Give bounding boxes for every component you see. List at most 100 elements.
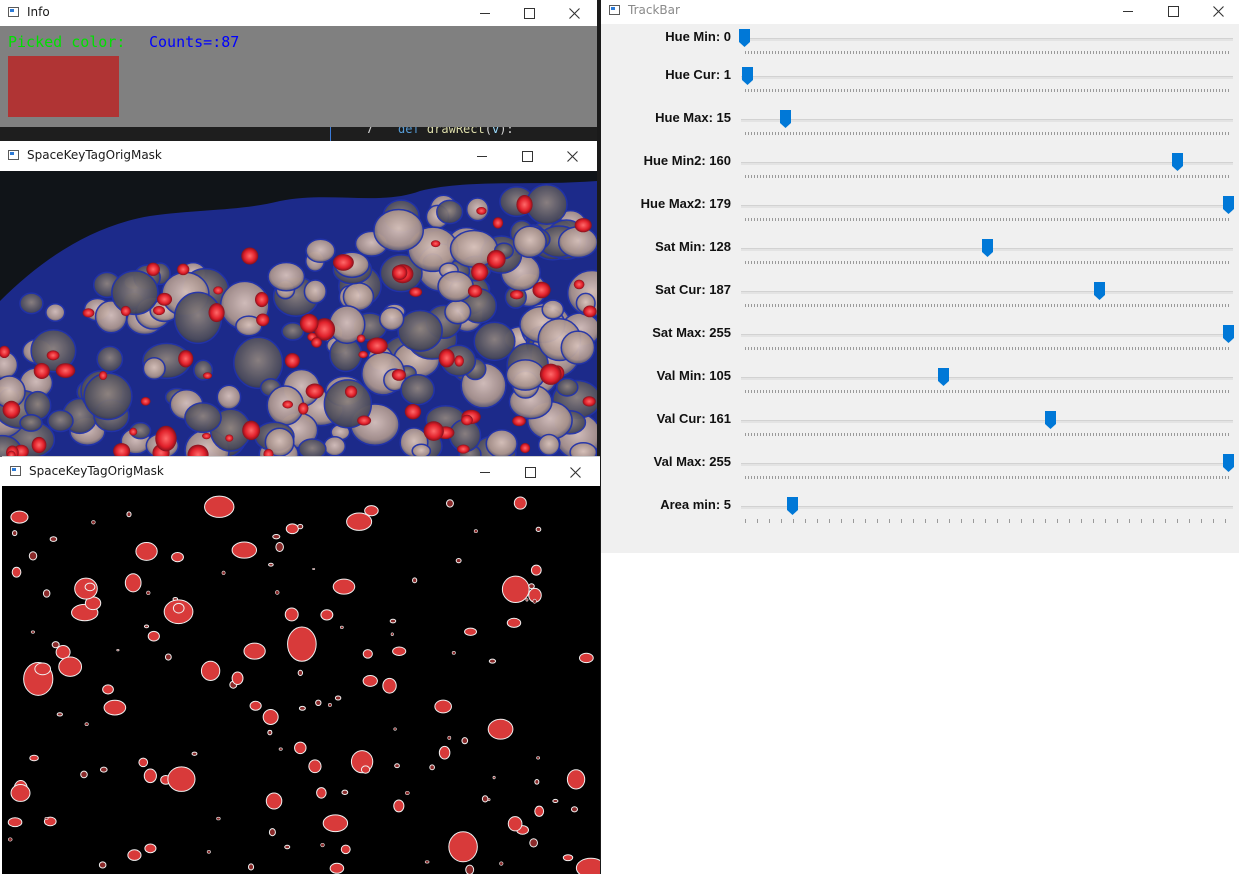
trackbar-track[interactable]	[741, 291, 1233, 294]
close-button[interactable]	[1195, 0, 1239, 22]
window-title: TrackBar	[628, 3, 680, 17]
trackbar-row: Hue Max: 15	[601, 107, 1239, 150]
trackbar-thumb[interactable]	[1044, 411, 1056, 429]
trackbar-thumb[interactable]	[981, 239, 993, 257]
trackbar-track[interactable]	[741, 38, 1233, 41]
trackbar-ticks	[745, 476, 1229, 479]
counts-label: Counts=:87	[149, 33, 240, 51]
trackbar-thumb[interactable]	[779, 110, 791, 128]
trackbar-label: Hue Cur: 1	[665, 67, 731, 82]
maximize-button[interactable]	[504, 141, 550, 171]
trackbar-row: Hue Max2: 179	[601, 193, 1239, 236]
trackbar-ticks	[745, 89, 1229, 92]
trackbar-label: Val Max: 255	[653, 454, 731, 469]
trackbar-thumb[interactable]	[1093, 282, 1105, 300]
trackbar-row: Sat Cur: 187	[601, 279, 1239, 322]
editor-guide-line	[330, 127, 331, 141]
trackbar-thumb[interactable]	[1223, 196, 1234, 214]
close-icon	[568, 7, 580, 19]
trackbar-thumb[interactable]	[1223, 454, 1234, 472]
trackbar-track[interactable]	[741, 377, 1233, 380]
trackbar-label: Hue Max: 15	[655, 110, 731, 125]
trackbar-thumb[interactable]	[938, 368, 950, 386]
info-titlebar[interactable]: Info	[0, 0, 598, 26]
minimize-button[interactable]	[462, 0, 508, 26]
mask-titlebar[interactable]: SpaceKeyTagOrigMask	[2, 456, 600, 487]
minimize-button[interactable]	[1105, 0, 1151, 22]
mask-image-window: SpaceKeyTagOrigMask	[2, 456, 600, 874]
trackbar-label: Val Min: 105	[656, 368, 731, 383]
mask-image	[2, 486, 600, 874]
trackbar-label: Hue Min2: 160	[643, 153, 731, 168]
desktop: Info Picked color: Counts=:87 7 def draw…	[0, 0, 1239, 887]
trackbar-row: Val Min: 105	[601, 365, 1239, 408]
tissue-titlebar[interactable]: SpaceKeyTagOrigMask	[0, 141, 597, 171]
window-title: SpaceKeyTagOrigMask	[27, 148, 162, 162]
trackbar-ticks	[745, 218, 1229, 221]
window-title: SpaceKeyTagOrigMask	[29, 464, 164, 478]
app-window-icon	[10, 466, 21, 476]
trackbar-track[interactable]	[741, 334, 1233, 337]
trackbar-thumb[interactable]	[1223, 325, 1234, 343]
trackbar-label: Hue Min: 0	[665, 29, 731, 44]
mask-canvas	[7, 495, 600, 874]
close-button[interactable]	[552, 457, 598, 487]
trackbar-row: Area min: 5	[601, 494, 1239, 537]
tissue-image	[0, 171, 597, 457]
trackbar-thumb[interactable]	[741, 67, 753, 85]
code-function-name: drawRect	[426, 127, 485, 136]
trackbar-ticks	[745, 347, 1229, 350]
maximize-button[interactable]	[1150, 0, 1196, 22]
picked-color-swatch	[8, 56, 119, 117]
trackbar-track[interactable]	[741, 506, 1233, 509]
minimize-button[interactable]	[462, 457, 508, 487]
trackbar-ticks	[745, 175, 1229, 178]
trackbar-row: Sat Max: 255	[601, 322, 1239, 365]
trackbar-label: Sat Cur: 187	[655, 282, 731, 297]
trackbar-track[interactable]	[741, 463, 1233, 466]
trackbar-row: Hue Min: 0	[601, 26, 1239, 69]
trackbar-thumb[interactable]	[739, 29, 750, 47]
close-button[interactable]	[551, 0, 597, 26]
trackbar-ticks	[745, 261, 1229, 264]
trackbar-label: Area min: 5	[660, 497, 731, 512]
info-canvas: Picked color: Counts=:87	[0, 26, 598, 127]
tissue-image-window: SpaceKeyTagOrigMask	[0, 141, 597, 457]
trackbar-thumb[interactable]	[1171, 153, 1183, 171]
trackbar-ticks	[745, 433, 1229, 436]
trackbar-label: Val Cur: 161	[656, 411, 731, 426]
trackbar-track[interactable]	[741, 420, 1233, 423]
app-window-icon	[609, 5, 620, 15]
trackbar-titlebar[interactable]: TrackBar	[601, 0, 1239, 24]
trackbar-label: Hue Max2: 179	[640, 196, 731, 211]
trackbar-track[interactable]	[741, 119, 1233, 122]
code-line: def drawRect(v):	[398, 127, 514, 136]
trackbar-row: Sat Min: 128	[601, 236, 1239, 279]
trackbar-row: Hue Cur: 1	[601, 64, 1239, 107]
close-icon	[569, 466, 581, 478]
trackbar-track[interactable]	[741, 76, 1233, 79]
trackbar-ticks	[745, 304, 1229, 307]
trackbar-row: Hue Min2: 160	[601, 150, 1239, 193]
close-button[interactable]	[549, 141, 595, 171]
trackbar-track[interactable]	[741, 205, 1233, 208]
close-icon	[566, 150, 578, 162]
trackbar-thumb[interactable]	[787, 497, 799, 515]
app-window-icon	[8, 7, 19, 17]
close-icon	[1212, 5, 1224, 17]
code-keyword: def	[398, 127, 420, 136]
maximize-button[interactable]	[506, 0, 552, 26]
tissue-micrograph	[0, 181, 597, 457]
trackbar-label: Sat Min: 128	[655, 239, 731, 254]
trackbar-ticks	[745, 390, 1229, 393]
trackbar-row: Val Cur: 161	[601, 408, 1239, 451]
maximize-button[interactable]	[507, 457, 553, 487]
picked-color-label: Picked color:	[8, 33, 126, 51]
trackbar-ticks	[745, 51, 1229, 54]
info-window: Info Picked color: Counts=:87	[0, 0, 598, 128]
window-title: Info	[27, 5, 50, 19]
trackbar-row: Val Max: 255	[601, 451, 1239, 494]
minimize-button[interactable]	[459, 141, 505, 171]
trackbar-track[interactable]	[741, 162, 1233, 165]
line-number: 7	[366, 127, 374, 136]
